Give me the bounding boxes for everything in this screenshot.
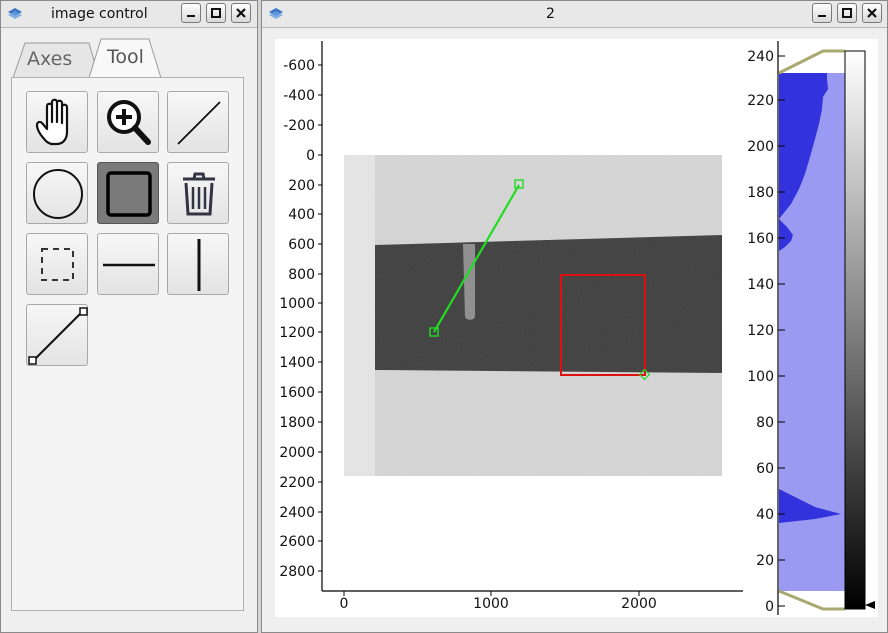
- hist-tick-label: 180: [747, 185, 774, 201]
- hist-tick-label: 100: [747, 369, 774, 385]
- line-profile-button[interactable]: [26, 304, 88, 366]
- pan-tool-button[interactable]: [26, 91, 88, 153]
- colorbar-min-marker-icon[interactable]: [865, 601, 875, 609]
- rect-select-button[interactable]: [26, 233, 88, 295]
- x-tick-label: 1000: [473, 596, 509, 612]
- lower-level-handle[interactable]: [778, 589, 845, 611]
- image-control-window: image control Axes Tool: [0, 0, 258, 633]
- vline-tool-button[interactable]: [167, 233, 229, 295]
- window-title: 2: [546, 6, 555, 22]
- y-tick-label: 2400: [279, 505, 315, 521]
- y-tick-label: 800: [288, 267, 315, 283]
- line-tool-button[interactable]: [167, 91, 229, 153]
- y-tick-label: 2200: [279, 475, 315, 491]
- image-control-titlebar[interactable]: image control: [1, 1, 257, 28]
- hist-tick-label: 160: [747, 231, 774, 247]
- y-tick-label: -600: [283, 58, 315, 74]
- tab-tool[interactable]: Tool: [107, 46, 144, 68]
- zoom-tool-button[interactable]: [97, 91, 159, 153]
- line-draw-icon: [177, 101, 221, 145]
- y-tick-label: 2000: [279, 445, 315, 461]
- hist-tick-label: 140: [747, 277, 774, 293]
- minimize-button[interactable]: [812, 3, 832, 23]
- line-profile-icon: [28, 307, 88, 365]
- hline-tool-button[interactable]: [97, 233, 159, 295]
- hist-tick-label: 20: [756, 553, 774, 569]
- tool-panel: [11, 77, 244, 611]
- zoom-in-icon: [107, 100, 151, 145]
- colorbar[interactable]: [844, 50, 866, 610]
- plot-canvas[interactable]: -600 -400 -200 0 200 400 600 800 1000 12…: [275, 39, 878, 617]
- dashed-rect-select-icon: [41, 248, 74, 281]
- x-tick-label: 2000: [621, 596, 657, 612]
- y-tick-label: 0: [306, 148, 315, 164]
- window-title: image control: [51, 6, 148, 22]
- y-tick-label: 2800: [279, 564, 315, 580]
- x-tick-label: 0: [340, 596, 349, 612]
- y-tick-label: 2600: [279, 534, 315, 550]
- circle-roi-button[interactable]: [26, 162, 88, 224]
- y-tick-label: -200: [283, 118, 315, 134]
- image-x-ticks: 0 1000 2000: [340, 591, 657, 612]
- histogram-panel[interactable]: 0 20 40 60 80 100 120 140 160 180 200 22…: [747, 41, 875, 615]
- hist-tick-label: 240: [747, 49, 774, 65]
- horizontal-line-icon: [103, 263, 155, 267]
- y-tick-label: 1600: [279, 385, 315, 401]
- rectangle-roi-icon: [106, 171, 152, 217]
- maximize-button[interactable]: [206, 3, 226, 23]
- hist-tick-label: 200: [747, 139, 774, 155]
- close-button[interactable]: [862, 3, 882, 23]
- y-tick-label: 1800: [279, 415, 315, 431]
- y-tick-label: 1400: [279, 355, 315, 371]
- y-tick-label: -400: [283, 88, 315, 104]
- hist-tick-label: 40: [756, 507, 774, 523]
- minimize-icon: [818, 15, 826, 17]
- app-icon: [8, 8, 22, 19]
- hist-tick-label: 80: [756, 415, 774, 431]
- close-icon: [867, 8, 877, 18]
- upper-level-handle[interactable]: [778, 49, 845, 75]
- minimize-icon: [187, 15, 195, 17]
- minimize-button[interactable]: [181, 3, 201, 23]
- y-tick-label: 1200: [279, 325, 315, 341]
- image-window-titlebar[interactable]: 2: [262, 1, 887, 28]
- app-icon: [269, 8, 283, 19]
- image-window: 2 -600 -400 -200 0 200 400 600 800 1000 …: [261, 0, 888, 633]
- circle-roi-icon: [33, 169, 83, 219]
- vertical-line-icon: [197, 239, 201, 291]
- y-tick-label: 600: [288, 237, 315, 253]
- rectangle-roi-button[interactable]: [97, 162, 159, 224]
- delete-roi-button[interactable]: [167, 162, 229, 224]
- tab-axes[interactable]: Axes: [27, 48, 72, 70]
- maximize-icon: [211, 8, 221, 18]
- image-plot[interactable]: -600 -400 -200 0 200 400 600 800 1000 12…: [279, 41, 743, 612]
- hist-tick-label: 0: [765, 599, 774, 615]
- y-tick-label: 400: [288, 207, 315, 223]
- maximize-icon: [842, 8, 852, 18]
- hist-tick-label: 120: [747, 323, 774, 339]
- hand-pan-icon: [35, 98, 69, 146]
- y-tick-label: 200: [288, 178, 315, 194]
- hist-tick-label: 220: [747, 93, 774, 109]
- hist-tick-label: 60: [756, 461, 774, 477]
- y-tick-label: 1000: [279, 296, 315, 312]
- trash-icon: [183, 172, 215, 216]
- close-icon: [236, 8, 246, 18]
- xray-image: [344, 155, 722, 476]
- plot-svg[interactable]: -600 -400 -200 0 200 400 600 800 1000 12…: [275, 39, 878, 617]
- close-button[interactable]: [231, 3, 251, 23]
- maximize-button[interactable]: [837, 3, 857, 23]
- image-y-ticks: -600 -400 -200 0 200 400 600 800 1000 12…: [279, 58, 322, 580]
